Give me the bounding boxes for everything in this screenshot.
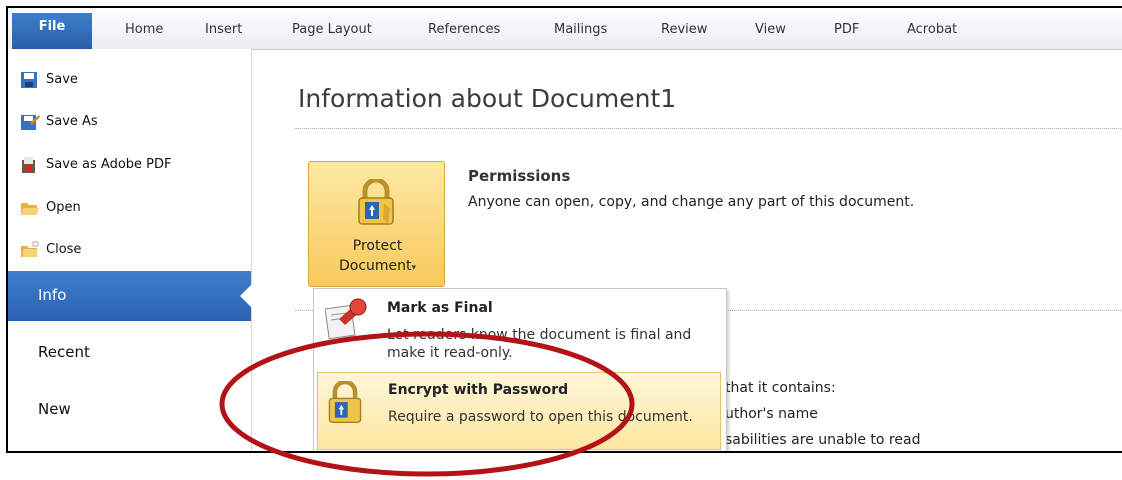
ribbon-tab-bar: File Home Insert Page Layout References … bbox=[8, 8, 1122, 50]
page-title: Information about Document1 bbox=[298, 84, 677, 113]
permissions-description: Anyone can open, copy, and change any pa… bbox=[468, 194, 915, 210]
word-window: File Home Insert Page Layout References … bbox=[6, 6, 1122, 453]
tab-page-layout[interactable]: Page Layout bbox=[292, 22, 372, 37]
tab-insert[interactable]: Insert bbox=[205, 22, 242, 37]
sidebar-section-label: New bbox=[38, 400, 71, 418]
tab-pdf[interactable]: PDF bbox=[834, 22, 859, 37]
background-text-fragment: sabilities are unable to read bbox=[725, 432, 921, 448]
protect-document-menu: Mark as Final Let readers know the docum… bbox=[313, 288, 727, 451]
sidebar-item-label: Save bbox=[46, 72, 78, 87]
save-as-icon bbox=[20, 113, 40, 131]
tab-review[interactable]: Review bbox=[661, 22, 707, 37]
permissions-heading: Permissions bbox=[468, 167, 571, 185]
sidebar-item-label: Save as Adobe PDF bbox=[46, 157, 172, 172]
close-folder-icon bbox=[20, 241, 40, 259]
sidebar-item-label: Close bbox=[46, 242, 82, 257]
tab-references[interactable]: References bbox=[428, 22, 500, 37]
protect-label-line1: Protect bbox=[352, 238, 403, 254]
menu-item-title: Encrypt with Password bbox=[388, 382, 569, 398]
protect-document-button[interactable]: Protect Document▾ bbox=[308, 161, 445, 287]
menu-item-description: Let readers know the document is final a… bbox=[387, 327, 692, 361]
sidebar-section-label: Info bbox=[38, 286, 67, 304]
menu-item-title: Mark as Final bbox=[387, 300, 493, 316]
open-folder-icon bbox=[20, 199, 40, 217]
background-text-fragment: uthor's name bbox=[725, 406, 818, 422]
tab-view[interactable]: View bbox=[755, 22, 786, 37]
padlock-icon bbox=[356, 177, 396, 231]
sidebar-section-label: Recent bbox=[38, 343, 90, 361]
mark-final-icon bbox=[324, 297, 369, 343]
background-text-fragment: that it contains: bbox=[725, 380, 836, 396]
sidebar-section-info[interactable]: Info bbox=[8, 271, 252, 321]
tab-file[interactable]: File bbox=[12, 13, 92, 49]
tab-mailings[interactable]: Mailings bbox=[554, 22, 607, 37]
lock-icon bbox=[326, 379, 364, 429]
active-indicator-arrow bbox=[240, 284, 252, 308]
chevron-down-icon: ▾ bbox=[411, 263, 417, 273]
separator bbox=[295, 128, 1122, 129]
menu-item-mark-as-final[interactable]: Mark as Final Let readers know the docum… bbox=[317, 291, 721, 369]
save-icon bbox=[20, 71, 40, 89]
sidebar-section-recent[interactable]: Recent bbox=[8, 328, 251, 378]
tab-acrobat[interactable]: Acrobat bbox=[907, 22, 957, 37]
tab-home[interactable]: Home bbox=[125, 22, 163, 37]
menu-item-encrypt-with-password[interactable]: Encrypt with Password Require a password… bbox=[317, 372, 721, 450]
sidebar-section-new[interactable]: New bbox=[8, 385, 251, 435]
menu-item-description: Require a password to open this document… bbox=[388, 409, 693, 425]
sidebar-item-label: Save As bbox=[46, 114, 98, 129]
adobe-pdf-icon bbox=[20, 156, 40, 174]
backstage-sidebar: Save Save As Save as Adobe PDF Open Clos… bbox=[8, 49, 252, 451]
protect-label-line2: Document▾ bbox=[338, 258, 417, 274]
sidebar-item-label: Open bbox=[46, 200, 81, 215]
